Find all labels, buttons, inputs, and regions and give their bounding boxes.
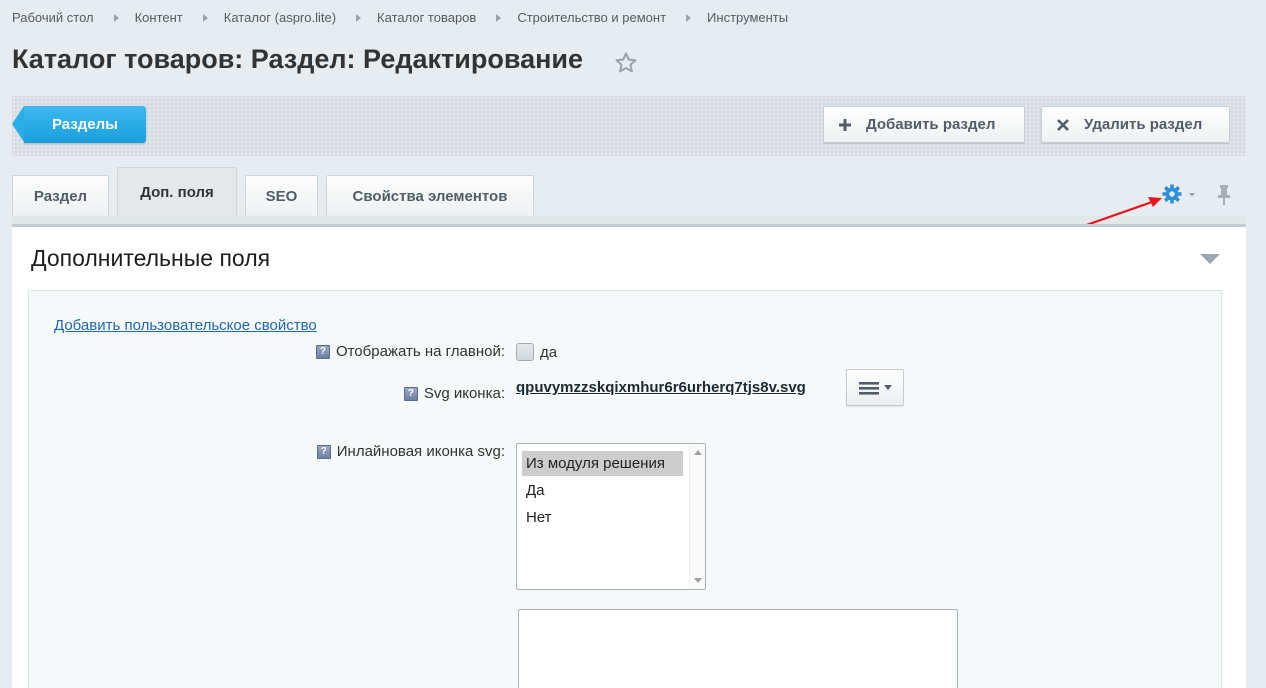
breadcrumb-separator-icon [113, 13, 119, 22]
breadcrumb: Рабочий стол Контент Каталог (aspro.lite… [12, 10, 788, 25]
add-section-button[interactable]: Добавить раздел [823, 106, 1025, 143]
collapse-triangle-icon[interactable] [1199, 252, 1221, 266]
delete-section-label: Удалить раздел [1084, 116, 1203, 133]
tab-section[interactable]: Раздел [12, 175, 109, 216]
panel-title: Дополнительные поля [31, 245, 271, 271]
breadcrumb-item-tools[interactable]: Инструменты [707, 10, 788, 25]
breadcrumb-separator-icon [202, 13, 208, 22]
tabs-divider [12, 216, 1246, 224]
tab-label: SEO [265, 187, 298, 205]
tab-seo[interactable]: SEO [245, 175, 318, 216]
listbox-scrollbar[interactable] [689, 444, 705, 589]
star-icon[interactable] [614, 51, 638, 75]
list-option[interactable]: Да [522, 478, 683, 503]
page-title: Каталог товаров: Раздел: Редактирование [12, 44, 584, 74]
sections-button[interactable]: Разделы [12, 106, 146, 143]
breadcrumb-item-desktop[interactable]: Рабочий стол [12, 10, 94, 25]
breadcrumb-item-catalog-aspro[interactable]: Каталог (aspro.lite) [224, 10, 336, 25]
list-option[interactable]: Из модуля решения [522, 451, 683, 476]
inline-svg-listbox[interactable]: Из модуля решения Да Нет [516, 443, 706, 590]
pin-icon[interactable] [1216, 183, 1232, 207]
svg-file-link[interactable]: qpuvymzzskqixmhur6r6urherq7tjs8v.svg [516, 379, 806, 396]
breadcrumb-separator-icon [686, 13, 692, 22]
field-label-inline-svg: ? Инлайновая иконка svg: [316, 443, 505, 460]
breadcrumb-separator-icon [496, 13, 502, 22]
add-section-label: Добавить раздел [866, 116, 996, 133]
sections-button-label: Разделы [52, 116, 118, 133]
breadcrumb-separator-icon [356, 13, 362, 22]
svg-code-textarea[interactable] [518, 609, 958, 688]
scroll-down-icon[interactable] [694, 578, 702, 583]
close-icon [1057, 118, 1069, 131]
tab-element-properties[interactable]: Свойства элементов [326, 175, 534, 216]
field-label-text: Svg иконка: [423, 385, 505, 402]
file-menu-button[interactable] [846, 369, 904, 406]
tab-extra-fields[interactable]: Доп. поля [117, 167, 237, 217]
field-label-text: Инлайновая иконка svg: [336, 443, 505, 460]
help-icon[interactable]: ? [316, 444, 331, 459]
list-option[interactable]: Нет [522, 505, 683, 530]
delete-section-button[interactable]: Удалить раздел [1041, 106, 1230, 143]
tab-label: Свойства элементов [352, 187, 508, 205]
breadcrumb-item-construction[interactable]: Строительство и ремонт [517, 10, 666, 25]
breadcrumb-item-content[interactable]: Контент [135, 10, 183, 25]
tab-label: Доп. поля [140, 184, 214, 201]
field-label-show-on-main: ? Отображать на главной: [315, 343, 505, 360]
checkbox-label: да [540, 344, 558, 361]
menu-icon [859, 382, 892, 395]
help-icon[interactable]: ? [403, 386, 418, 401]
add-user-property-link[interactable]: Добавить пользовательское свойство [54, 317, 317, 334]
scroll-up-icon[interactable] [694, 450, 702, 455]
tab-label: Раздел [33, 187, 88, 205]
gear-icon[interactable] [1161, 183, 1197, 205]
plus-icon [839, 118, 851, 131]
help-icon[interactable]: ? [315, 344, 330, 359]
breadcrumb-item-product-catalog[interactable]: Каталог товаров [377, 10, 476, 25]
field-label-text: Отображать на главной: [335, 343, 505, 360]
field-label-svg-icon: ? Svg иконка: [403, 385, 505, 402]
show-on-main-checkbox[interactable] [516, 343, 534, 361]
